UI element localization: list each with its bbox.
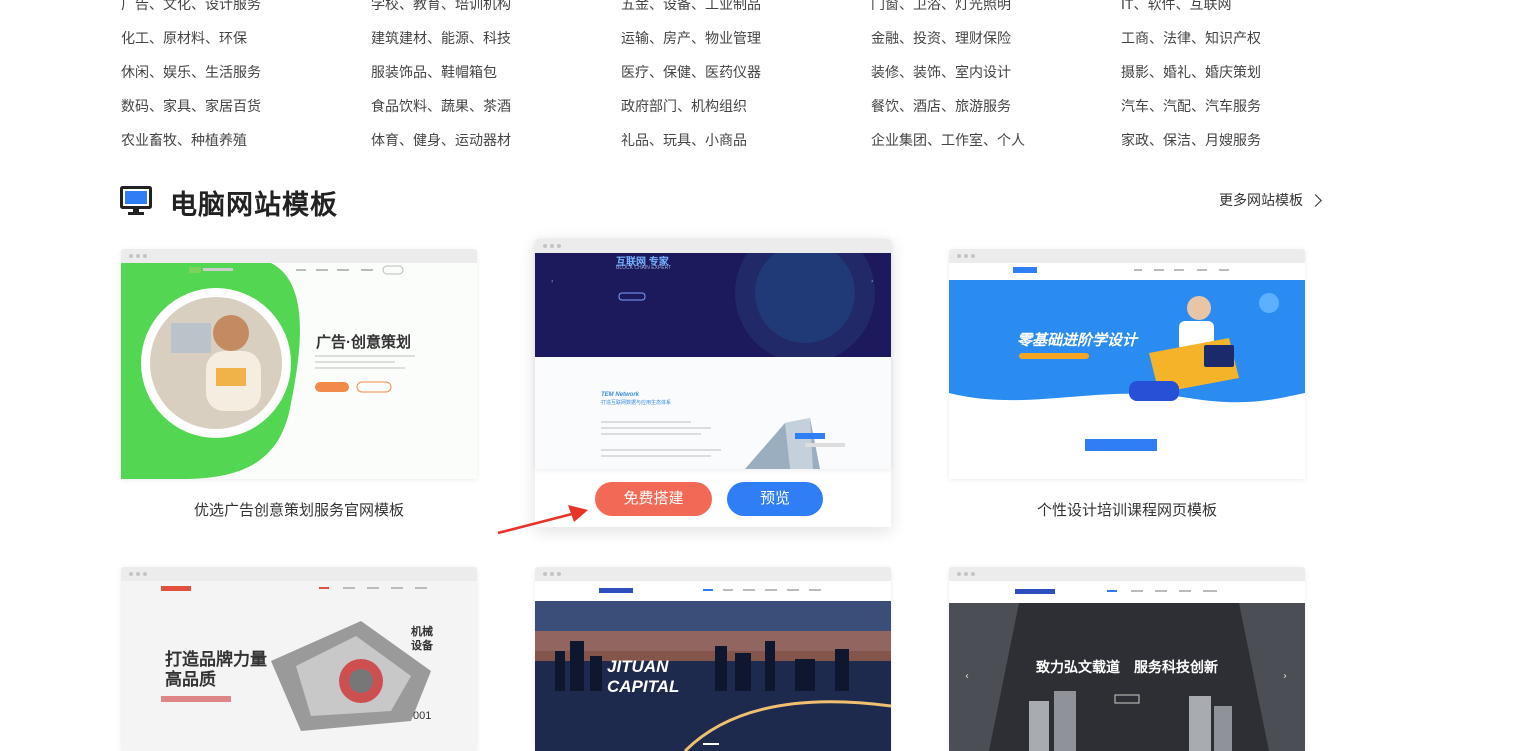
svg-text:‹: ‹ bbox=[551, 278, 553, 285]
browser-bar bbox=[949, 249, 1305, 263]
industry-category-link[interactable]: 数码、家具、家居百货 bbox=[121, 96, 261, 116]
template-thumbnail[interactable]: ‹ › 致力弘文载道 服务科技创新 bbox=[949, 567, 1305, 751]
thumbnail-art bbox=[121, 263, 477, 479]
industry-category-link[interactable]: 家政、保洁、月嫂服务 bbox=[1121, 130, 1261, 150]
industry-category-link[interactable]: 工商、法律、知识产权 bbox=[1121, 28, 1261, 48]
industry-category-link[interactable]: IT、软件、互联网 bbox=[1121, 0, 1231, 14]
browser-bar bbox=[121, 567, 477, 581]
industry-category-link[interactable]: 企业集团、工作室、个人 bbox=[871, 130, 1025, 150]
template-card[interactable]: 打造品牌力量 高品质 机械设备 001 bbox=[121, 567, 477, 751]
free-build-button[interactable]: 免费搭建 bbox=[595, 482, 712, 516]
template-thumbnail[interactable]: ‹ › 互联网 专家 BLOCK CHAIN EXPERT TEM Networ… bbox=[535, 239, 891, 469]
monitor-icon bbox=[120, 186, 152, 215]
chevron-right-icon bbox=[1309, 193, 1322, 207]
template-card[interactable]: 零基础进阶学设计 个性设计培训课程网页模板 bbox=[949, 249, 1305, 529]
thumbnail-heading: TEM Network bbox=[601, 392, 640, 398]
industry-category-link[interactable]: 摄影、婚礼、婚庆策划 bbox=[1121, 62, 1261, 82]
thumbnail-side-text: 机械设备 bbox=[411, 626, 433, 652]
browser-bar bbox=[121, 249, 477, 263]
industry-category-link[interactable]: 建筑建材、能源、科技 bbox=[371, 28, 511, 48]
industry-category-link[interactable]: 装修、装饰、室内设计 bbox=[871, 62, 1011, 82]
annotation-arrow-icon bbox=[497, 505, 588, 535]
template-card[interactable]: 广告·创意策划 优选广告创意策划服务官网模板 bbox=[121, 249, 477, 529]
industry-category-link[interactable]: 金融、投资、理财保险 bbox=[871, 28, 1011, 48]
browser-bar bbox=[949, 567, 1305, 581]
template-thumbnail[interactable]: 广告·创意策划 bbox=[121, 249, 477, 479]
thumbnail-title: 致力弘文载道 服务科技创新 bbox=[1036, 659, 1218, 675]
thumbnail-art bbox=[535, 581, 891, 751]
industry-category-link[interactable]: 运输、房产、物业管理 bbox=[621, 28, 761, 48]
browser-bar bbox=[535, 239, 891, 253]
thumbnail-subtitle: BLOCK CHAIN EXPERT bbox=[616, 265, 672, 271]
thumbnail-art bbox=[949, 263, 1305, 479]
thumbnail-title: 广告·创意策划 bbox=[316, 334, 411, 351]
preview-button[interactable]: 预览 bbox=[727, 482, 823, 516]
industry-category-link[interactable]: 门窗、卫浴、灯光照明 bbox=[871, 0, 1011, 14]
industry-category-link[interactable]: 体育、健身、运动器材 bbox=[371, 130, 511, 150]
section-title: 电脑网站模板 bbox=[170, 190, 338, 220]
browser-bar bbox=[535, 567, 891, 581]
template-thumbnail[interactable]: 打造品牌力量 高品质 机械设备 001 bbox=[121, 567, 477, 751]
industry-category-link[interactable]: 医疗、保健、医药仪器 bbox=[621, 62, 761, 82]
svg-text:›: › bbox=[871, 278, 873, 285]
section-header: 电脑网站模板 更多网站模板 bbox=[120, 180, 1322, 220]
industry-category-link[interactable]: 农业畜牧、种植养殖 bbox=[121, 130, 247, 150]
thumbnail-title-line2: CAPITAL bbox=[607, 677, 680, 696]
thumbnail-subheading: 打造互联网数据与应用生态体系 bbox=[601, 400, 672, 406]
industry-category-link[interactable]: 礼品、玩具、小商品 bbox=[621, 130, 747, 150]
template-card[interactable]: ‹ › 致力弘文载道 服务科技创新 bbox=[949, 567, 1305, 751]
industry-category-link[interactable]: 五金、设备、工业制品 bbox=[621, 0, 761, 14]
industry-category-link[interactable]: 广告、文化、设计服务 bbox=[121, 0, 261, 14]
template-title[interactable]: 优选广告创意策划服务官网模板 bbox=[121, 499, 477, 520]
industry-category-link[interactable]: 休闲、娱乐、生活服务 bbox=[121, 62, 261, 82]
template-thumbnail[interactable]: JITUAN CAPITAL bbox=[535, 567, 891, 751]
thumbnail-title: JITUAN bbox=[607, 657, 669, 676]
template-card[interactable]: JITUAN CAPITAL bbox=[535, 567, 891, 751]
more-templates-link[interactable]: 更多网站模板 bbox=[1219, 190, 1322, 210]
industry-category-link[interactable]: 餐饮、酒店、旅游服务 bbox=[871, 96, 1011, 116]
thumbnail-number: 001 bbox=[413, 710, 432, 722]
template-thumbnail[interactable]: 零基础进阶学设计 bbox=[949, 249, 1305, 479]
thumbnail-title-line2: 高品质 bbox=[165, 670, 216, 689]
industry-category-link[interactable]: 食品饮料、蔬果、茶酒 bbox=[371, 96, 511, 116]
template-title[interactable]: 个性设计培训课程网页模板 bbox=[949, 499, 1305, 520]
industry-category-link[interactable]: 化工、原材料、环保 bbox=[121, 28, 247, 48]
industry-category-link[interactable]: 服装饰品、鞋帽箱包 bbox=[371, 62, 497, 82]
more-templates-label: 更多网站模板 bbox=[1219, 192, 1303, 208]
industry-category-link[interactable]: 汽车、汽配、汽车服务 bbox=[1121, 96, 1261, 116]
template-card-hovered[interactable]: ‹ › 互联网 专家 BLOCK CHAIN EXPERT TEM Networ… bbox=[535, 239, 891, 527]
thumbnail-art: ‹ › bbox=[535, 253, 891, 469]
industry-category-link[interactable]: 政府部门、机构组织 bbox=[621, 96, 747, 116]
thumbnail-title: 零基础进阶学设计 bbox=[1017, 332, 1138, 349]
industry-category-link[interactable]: 学校、教育、培训机构 bbox=[371, 0, 511, 14]
industry-category-grid: 广告、文化、设计服务 学校、教育、培训机构 五金、设备、工业制品 门窗、卫浴、灯光照明… bbox=[0, 0, 1524, 160]
